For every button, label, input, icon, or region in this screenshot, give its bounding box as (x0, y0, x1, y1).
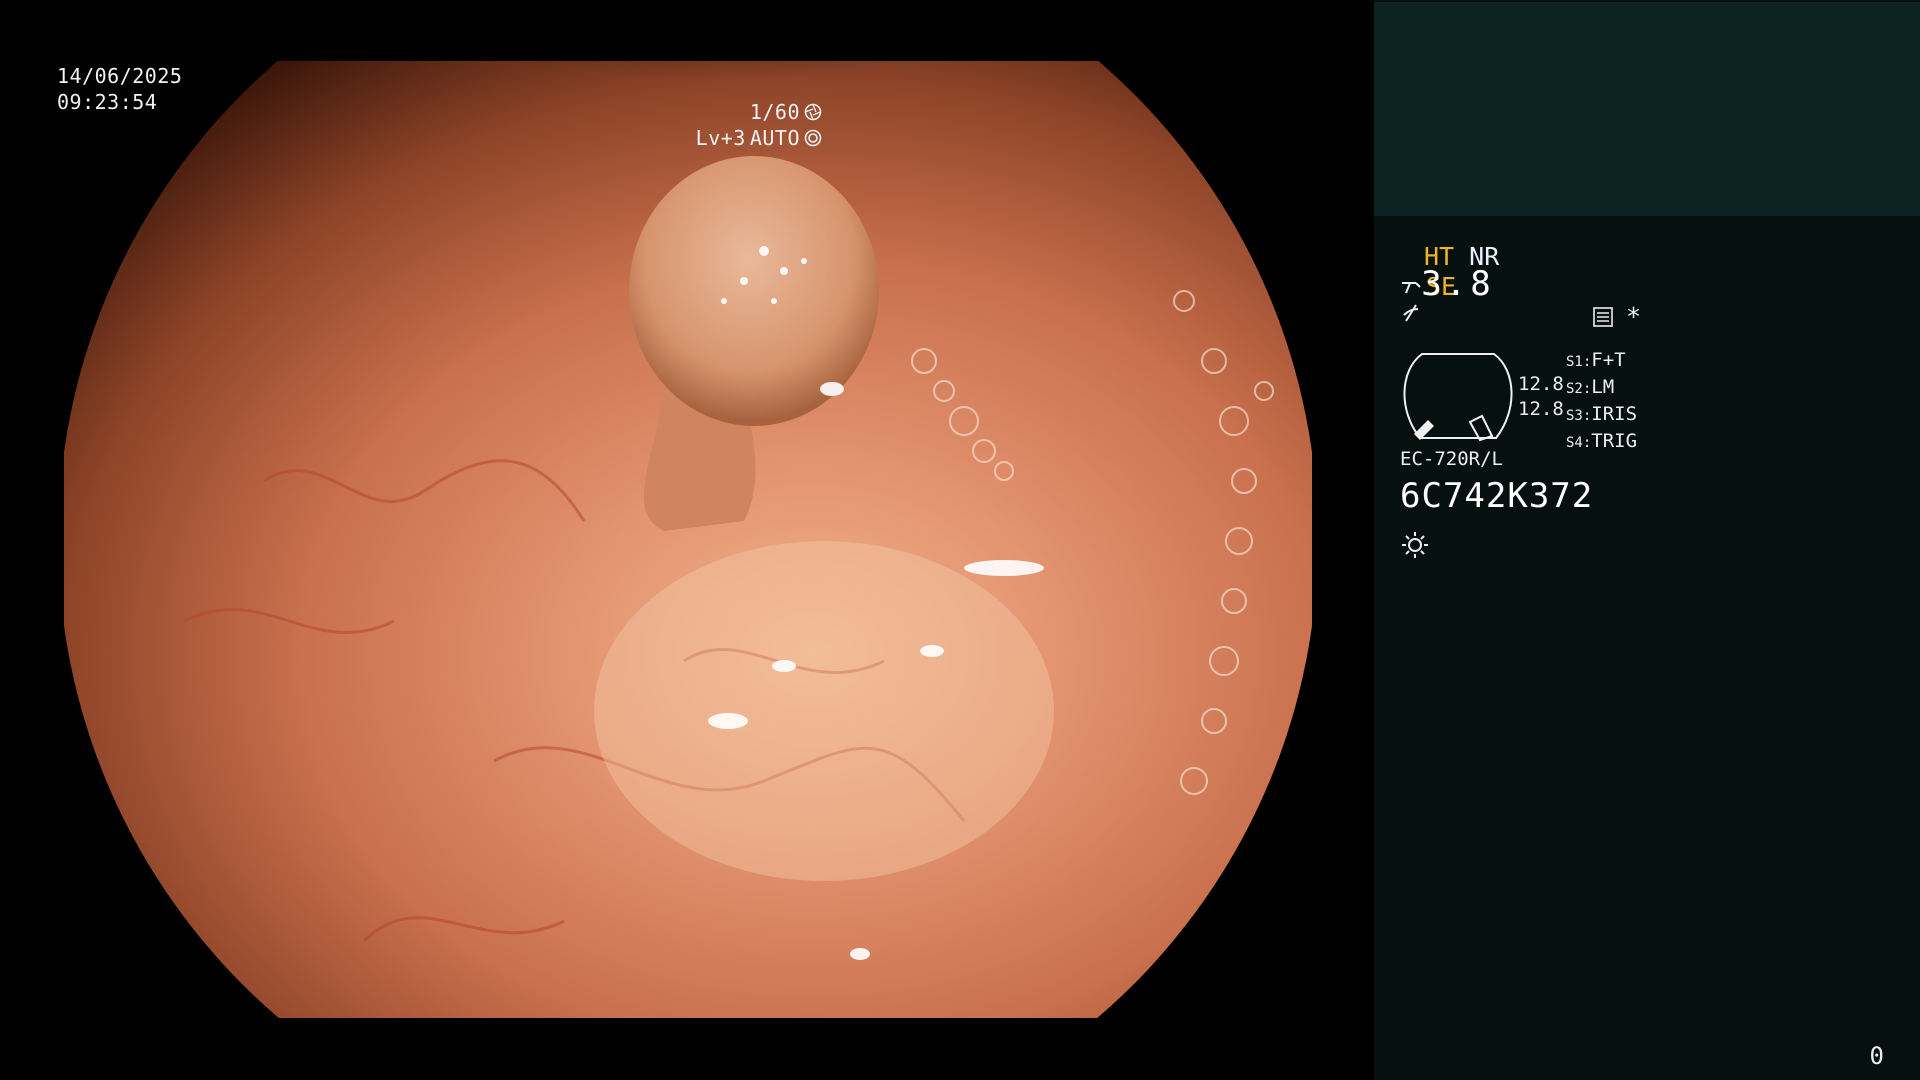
gauge-frame (1403, 353, 1513, 442)
panel-header-block (1374, 2, 1920, 216)
date-label: 14/06/2025 (57, 64, 183, 88)
date-time-readout: 14/06/2025 09:23:54 (57, 63, 182, 115)
mucosa-image (64, 61, 1312, 1018)
light-icon (1402, 532, 1428, 558)
gauge-value: 3.8 (1421, 264, 1495, 304)
aperture-icon (804, 103, 822, 121)
gauge-readouts: 12.8 12.8 (1518, 372, 1564, 422)
readout-1: 12.8 (1518, 373, 1564, 395)
image-counter: 0 (1869, 1042, 1884, 1070)
switch-item: S4:TRIG (1566, 430, 1638, 452)
menu-icon (1593, 307, 1613, 327)
switch-item: S1:F+T (1566, 349, 1626, 371)
switch-list: S1:F+T S2:LM S3:IRIS S4:TRIG (1566, 348, 1637, 456)
exposure-mode-label: AUTO (749, 126, 800, 150)
endoscopic-image (64, 61, 1312, 1018)
settings-line: * (1592, 302, 1641, 332)
camera-settings-readout: 1/60 Lv+3 AUTO (696, 99, 822, 151)
readout-2: 12.8 (1518, 398, 1564, 420)
switch-item: S2:LM (1566, 376, 1615, 398)
scope-model-label: EC-720R/L (1400, 448, 1503, 470)
scope-serial-label: 6C742K372 (1400, 476, 1594, 516)
shutter-label: 1/60 (749, 100, 800, 124)
settings-star: * (1626, 302, 1642, 331)
switch-item: S3:IRIS (1566, 403, 1638, 425)
time-label: 09:23:54 (57, 90, 158, 114)
processor-status: HT NR SE * 3.8 12.8 12.8 S1:F+T S2:LM S3… (1400, 240, 1900, 560)
enhance-line (1400, 302, 1422, 332)
endoscope-video-area: 14/06/2025 09:23:54 1/60 Lv+3 AUTO (0, 0, 1374, 1080)
status-panel: HT NR SE * 3.8 12.8 12.8 S1:F+T S2:LM S3… (1374, 0, 1920, 1080)
level-label: Lv+3 (695, 126, 746, 150)
enhance-icon (1403, 304, 1419, 322)
iris-icon (804, 129, 822, 147)
